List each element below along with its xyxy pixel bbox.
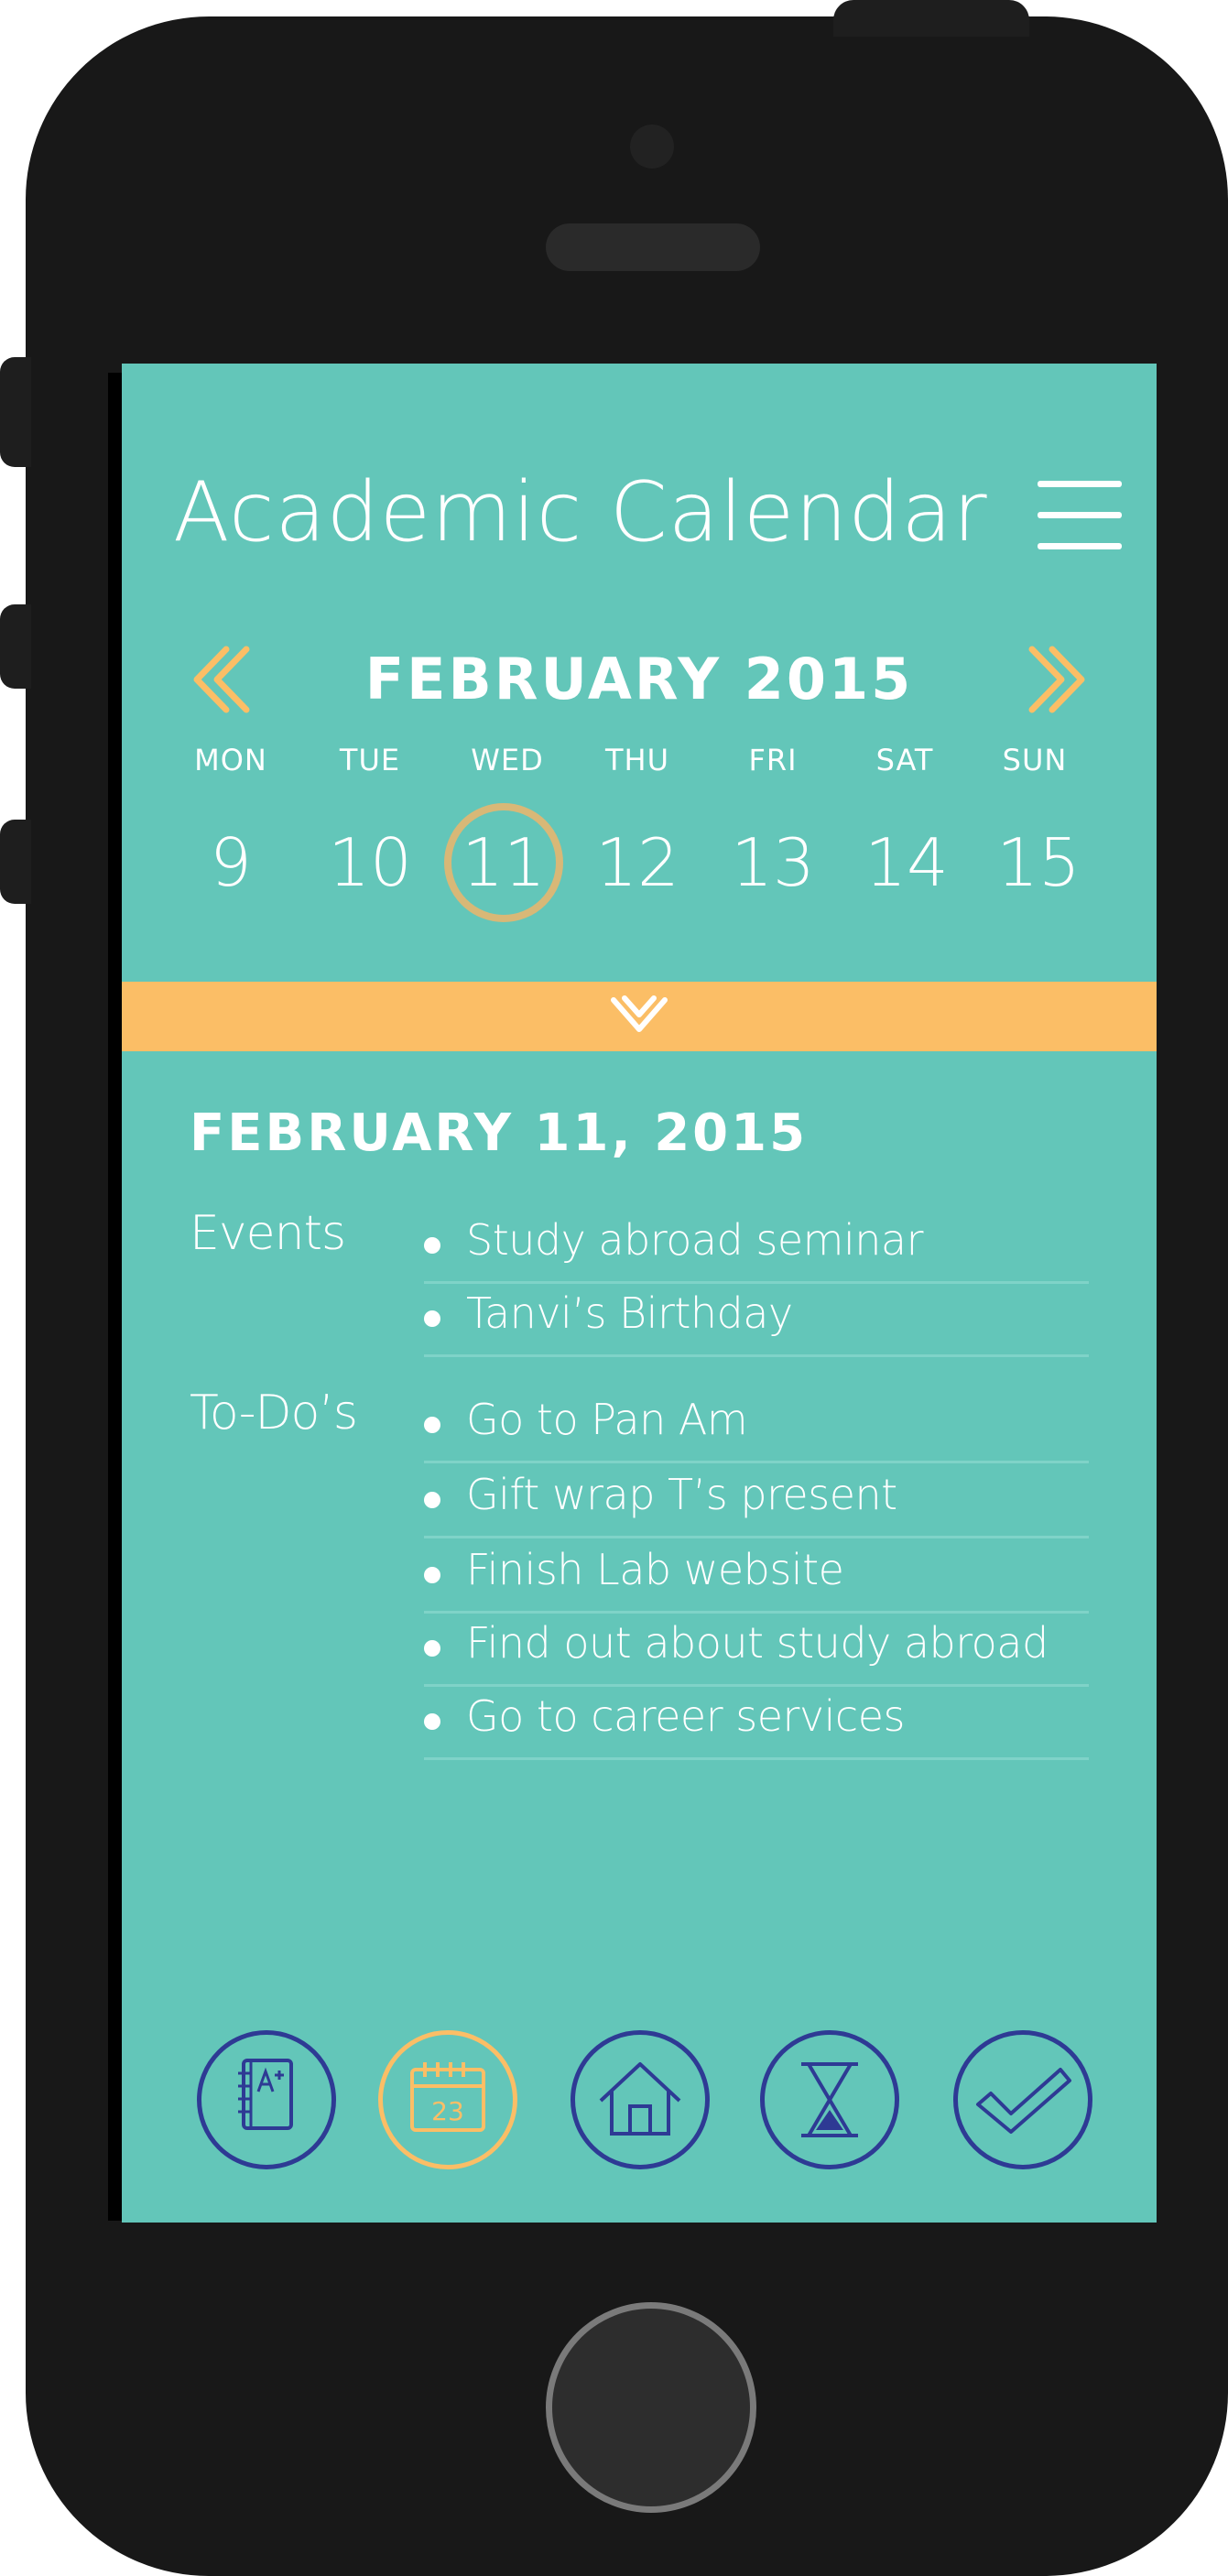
nav-calendar-button[interactable]: 23	[378, 2030, 517, 2169]
weekday-label: MON	[194, 743, 267, 777]
calendar-icon: 23	[410, 2062, 485, 2132]
chevron-down-icon	[611, 995, 668, 1032]
bullet-icon	[424, 1713, 440, 1730]
weekday-label: WED	[471, 743, 544, 777]
home-icon	[599, 2062, 681, 2136]
nav-home-button[interactable]	[571, 2030, 710, 2169]
event-item[interactable]: Tanvi’s Birthday	[424, 1281, 1089, 1357]
todo-item[interactable]: Find out about study abroad	[424, 1611, 1089, 1687]
month-label: FEBRUARY 2015	[364, 646, 914, 712]
todo-item[interactable]: Go to career services	[424, 1684, 1089, 1760]
earpiece-speaker	[546, 223, 760, 271]
volume-down-button[interactable]	[0, 820, 31, 904]
todo-item[interactable]: Go to Pan Am	[424, 1387, 1089, 1463]
todo-text: Go to career services	[466, 1691, 905, 1741]
weekday-label: THU	[604, 743, 670, 777]
hourglass-icon	[801, 2062, 858, 2137]
todo-item[interactable]: Gift wrap T’s present	[424, 1462, 1089, 1538]
week-days-row: 9 10 11 12 13 14 15	[122, 803, 1157, 922]
checkmark-icon	[976, 2068, 1071, 2134]
events-section-label: Events	[190, 1206, 346, 1261]
hamburger-menu-icon[interactable]	[1038, 481, 1122, 552]
weekday-label: FRI	[748, 743, 798, 777]
weekday-label: SUN	[1002, 743, 1068, 777]
bullet-icon	[424, 1310, 440, 1327]
app-title: Academic Calendar	[173, 464, 988, 560]
day-cell[interactable]: 10	[310, 803, 429, 922]
month-navigation: FEBRUARY 2015	[122, 638, 1157, 721]
event-text: Tanvi’s Birthday	[466, 1288, 793, 1338]
day-cell[interactable]: 14	[847, 803, 966, 922]
bullet-icon	[424, 1237, 440, 1254]
day-cell[interactable]: 15	[979, 803, 1098, 922]
todo-text: Finish Lab website	[466, 1545, 844, 1594]
bullet-icon	[424, 1567, 440, 1583]
app-screen: Academic Calendar FEBRUARY 2015 MON TUE …	[122, 364, 1157, 2223]
weekday-label: TUE	[339, 743, 401, 777]
todo-text: Go to Pan Am	[466, 1395, 748, 1444]
weekday-header: MON TUE WED THU FRI SAT SUN	[122, 743, 1157, 788]
todo-item[interactable]: Finish Lab website	[424, 1538, 1089, 1614]
bullet-icon	[424, 1492, 440, 1508]
bullet-icon	[424, 1417, 440, 1433]
day-cell[interactable]: 12	[578, 803, 697, 922]
selected-date-title: FEBRUARY 11, 2015	[190, 1103, 809, 1163]
bullet-icon	[424, 1640, 440, 1657]
todos-section-label: To-Do’s	[190, 1386, 358, 1440]
front-camera	[630, 125, 674, 168]
event-text: Study abroad seminar	[466, 1215, 924, 1265]
todo-text: Find out about study abroad	[466, 1618, 1049, 1668]
day-cell-selected[interactable]: 11	[444, 803, 563, 922]
notebook-grade-icon	[238, 2059, 293, 2130]
volume-up-button[interactable]	[0, 604, 31, 689]
next-week-chevron-icon[interactable]	[1019, 638, 1092, 721]
calendar-icon-date: 23	[431, 2096, 464, 2126]
day-cell[interactable]: 13	[713, 803, 832, 922]
nav-grades-button[interactable]	[197, 2030, 336, 2169]
expand-calendar-bar[interactable]	[122, 982, 1157, 1051]
nav-timer-button[interactable]	[760, 2030, 899, 2169]
day-cell[interactable]: 9	[171, 803, 290, 922]
event-item[interactable]: Study abroad seminar	[424, 1208, 1089, 1284]
mute-switch[interactable]	[0, 357, 31, 467]
home-button[interactable]	[546, 2302, 756, 2513]
weekday-label: SAT	[875, 743, 934, 777]
todo-text: Gift wrap T’s present	[466, 1470, 897, 1519]
bottom-navigation: 23	[122, 2030, 1157, 2177]
power-button[interactable]	[833, 0, 1029, 37]
nav-tasks-button[interactable]	[953, 2030, 1092, 2169]
